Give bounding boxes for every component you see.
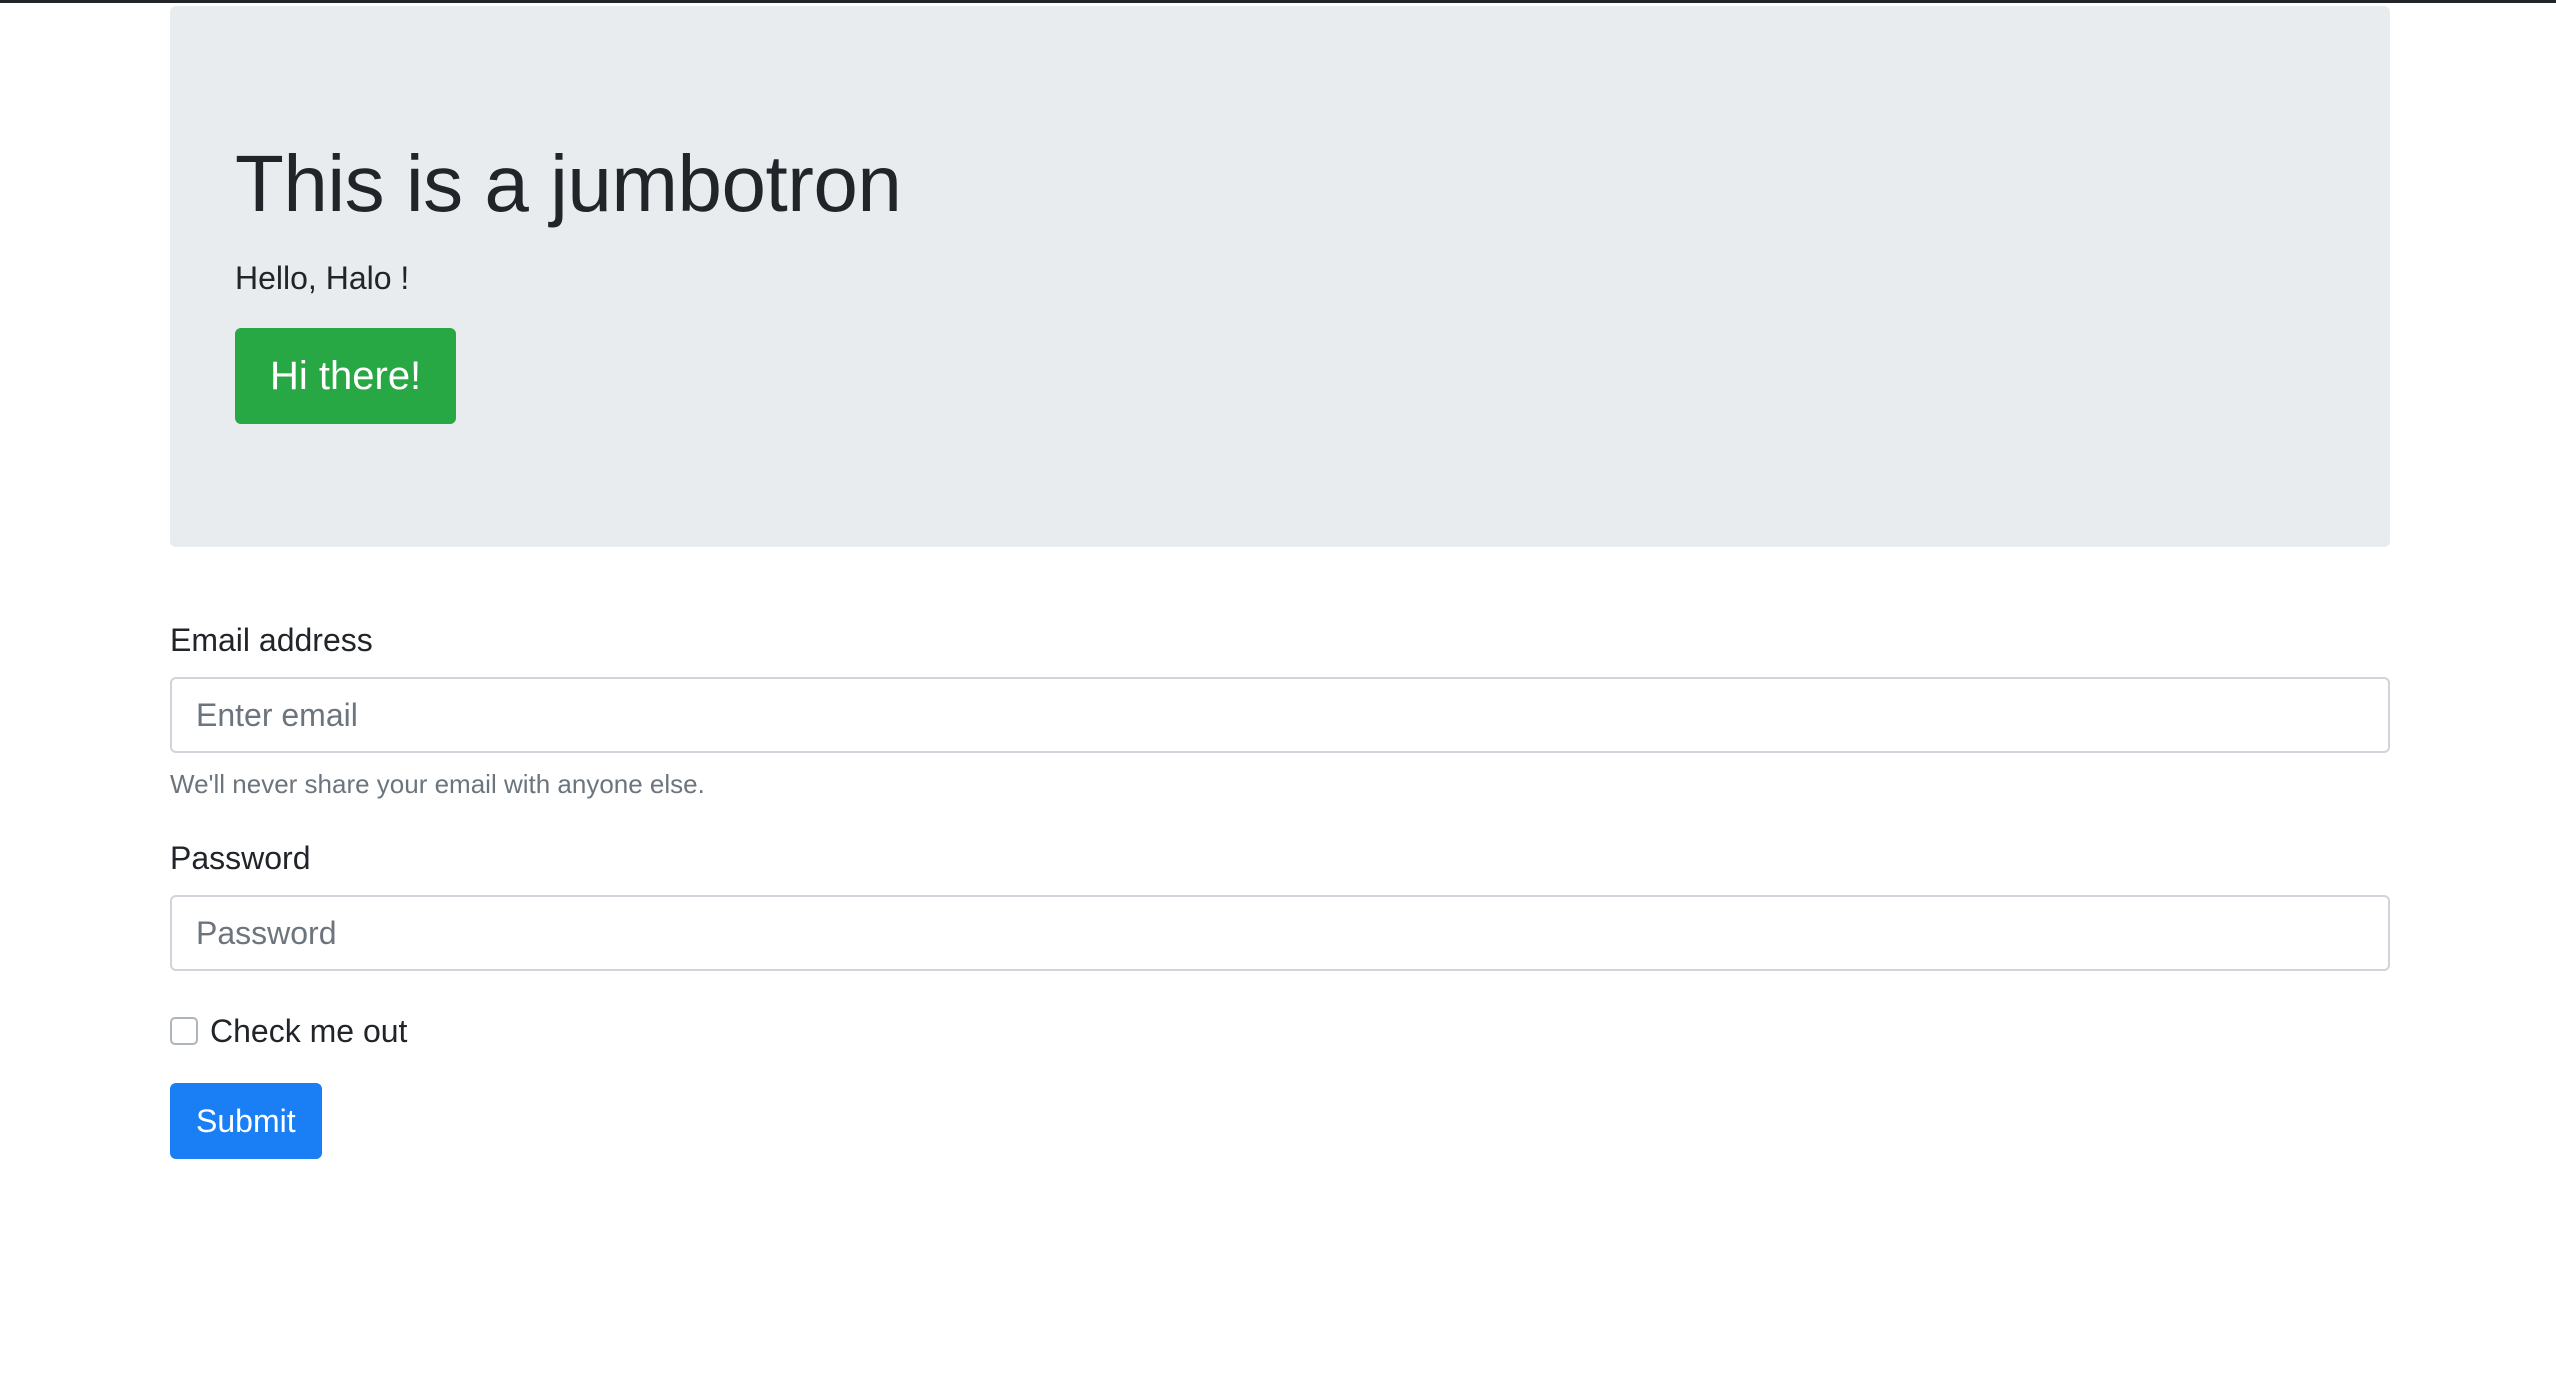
- password-label: Password: [170, 840, 311, 876]
- top-border: [0, 0, 2556, 3]
- page-container: This is a jumbotron Hello, Halo ! Hi the…: [170, 6, 2390, 1159]
- check-me-out-label[interactable]: Check me out: [210, 1007, 407, 1055]
- email-group: Email address We'll never share your ema…: [170, 616, 2390, 804]
- jumbotron-title: This is a jumbotron: [235, 139, 902, 228]
- email-help-text: We'll never share your email with anyone…: [170, 769, 705, 799]
- check-me-out-row: Check me out: [170, 1007, 2390, 1055]
- jumbotron-text: Hello, Halo !: [235, 260, 410, 296]
- check-me-out-checkbox[interactable]: [170, 1017, 198, 1045]
- login-form: Email address We'll never share your ema…: [170, 616, 2390, 1159]
- email-label: Email address: [170, 622, 373, 658]
- submit-button[interactable]: Submit: [170, 1083, 322, 1159]
- email-input[interactable]: [170, 677, 2390, 753]
- password-group: Password: [170, 834, 2390, 971]
- submit-row: Submit: [170, 1083, 2390, 1159]
- password-input[interactable]: [170, 895, 2390, 971]
- hi-there-button[interactable]: Hi there!: [235, 328, 457, 424]
- jumbotron: This is a jumbotron Hello, Halo ! Hi the…: [170, 6, 2390, 547]
